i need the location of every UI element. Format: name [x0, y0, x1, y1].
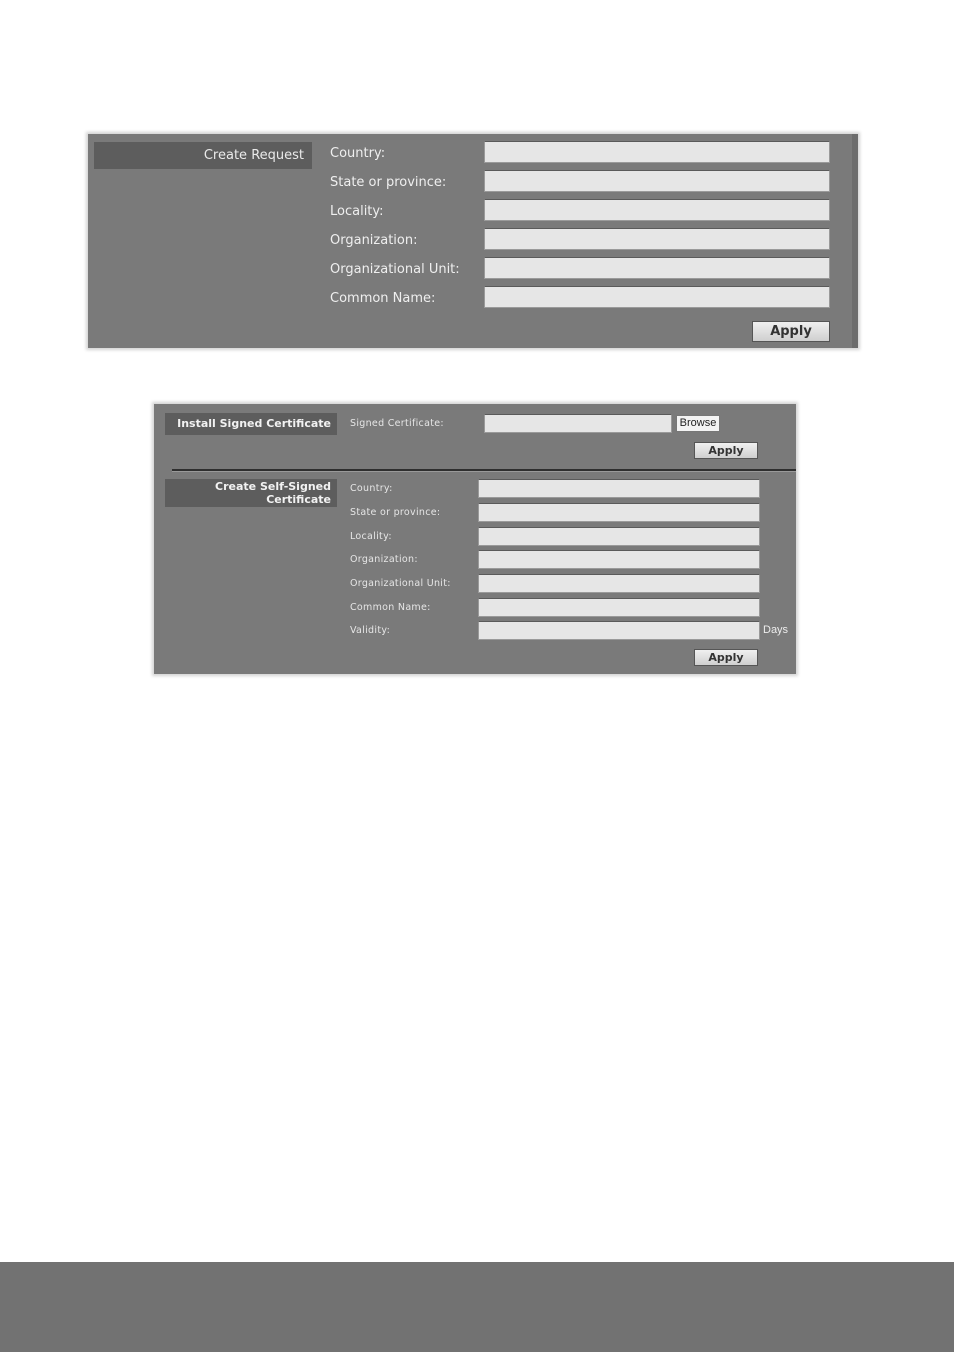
ss-state-label: State or province: — [350, 507, 441, 518]
install-signed-section-title: Install Signed Certificate — [165, 413, 337, 435]
signed-certificate-label: Signed Certificate: — [350, 418, 444, 429]
country-label: Country: — [330, 146, 386, 161]
ss-state-input[interactable] — [478, 503, 760, 522]
organization-input[interactable] — [484, 228, 830, 250]
validity-input[interactable] — [478, 621, 760, 640]
locality-input[interactable] — [484, 199, 830, 221]
country-input[interactable] — [484, 141, 830, 163]
browse-button[interactable]: Browse — [676, 415, 720, 432]
self-signed-apply-button[interactable]: Apply — [694, 649, 758, 666]
create-request-panel: Create Request Country: State or provinc… — [88, 134, 858, 348]
ss-org-unit-input[interactable] — [478, 574, 760, 593]
ss-locality-input[interactable] — [478, 527, 760, 546]
ss-locality-label: Locality: — [350, 531, 392, 542]
ss-common-name-input[interactable] — [478, 598, 760, 617]
state-label: State or province: — [330, 175, 447, 190]
validity-label: Validity: — [350, 625, 391, 636]
ss-org-unit-label: Organizational Unit: — [350, 578, 451, 589]
ss-organization-label: Organization: — [350, 554, 418, 565]
common-name-label: Common Name: — [330, 291, 436, 306]
install-signed-apply-button[interactable]: Apply — [694, 442, 758, 459]
self-signed-section-title: Create Self-Signed Certificate — [165, 479, 337, 507]
org-unit-label: Organizational Unit: — [330, 262, 460, 277]
create-request-apply-button[interactable]: Apply — [752, 321, 830, 342]
create-request-section-title: Create Request — [94, 142, 312, 169]
ss-organization-input[interactable] — [478, 550, 760, 569]
ss-country-input[interactable] — [478, 479, 760, 498]
footer-band — [0, 1262, 954, 1352]
ss-common-name-label: Common Name: — [350, 602, 431, 613]
section-divider — [172, 469, 796, 472]
state-input[interactable] — [484, 170, 830, 192]
common-name-input[interactable] — [484, 286, 830, 308]
organization-label: Organization: — [330, 233, 418, 248]
certificate-panel: Install Signed Certificate Signed Certif… — [154, 404, 796, 674]
signed-certificate-file-input[interactable] — [484, 414, 672, 433]
locality-label: Locality: — [330, 204, 384, 219]
org-unit-input[interactable] — [484, 257, 830, 279]
validity-unit-label: Days — [763, 624, 789, 636]
ss-country-label: Country: — [350, 483, 393, 494]
